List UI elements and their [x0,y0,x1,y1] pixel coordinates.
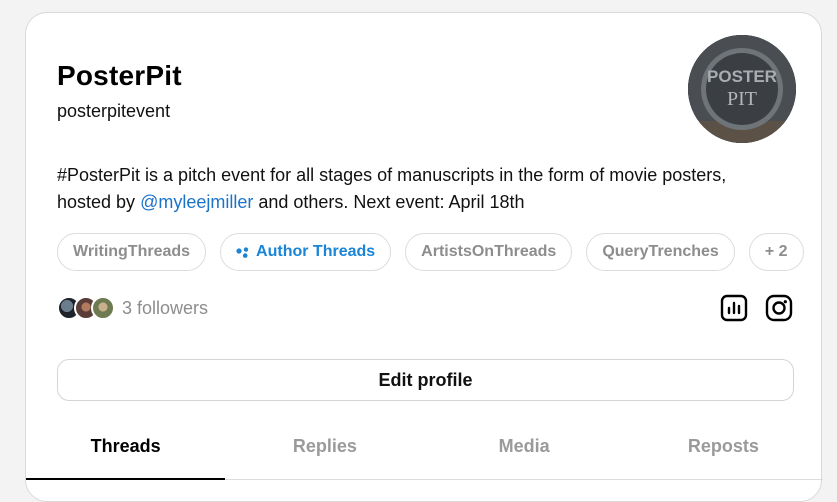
tag-more[interactable]: + 2 [748,233,804,271]
community-icon [236,246,249,258]
tab-replies[interactable]: Replies [225,425,424,479]
tag-writingthreads[interactable]: WritingThreads [57,233,207,271]
bar-chart-icon[interactable] [719,293,749,323]
tag-querytrenches[interactable]: QueryTrenches [586,233,735,271]
avatar[interactable]: POSTER PIT [688,35,796,143]
bio-mention-link[interactable]: @myleejmiller [140,192,253,212]
followers-count: 3 followers [122,297,209,318]
profile-name: PosterPit [57,60,182,91]
tab-reposts[interactable]: Reposts [624,425,823,479]
profile-handle: posterpitevent [57,101,171,121]
profile-bio: #PosterPit is a pitch event for all stag… [57,162,777,216]
profile-card: PosterPit posterpitevent POSTER PIT #Pos… [25,12,823,502]
tab-threads[interactable]: Threads [26,425,226,480]
instagram-icon[interactable] [764,293,794,323]
tag-label: Author Threads [256,243,376,260]
avatar-text-bottom: PIT [727,88,757,110]
bio-text-end: and others. Next event: April 18th [253,192,525,212]
follower-avatar [91,296,115,320]
profile-tabs: Threads Replies Media Reposts [26,425,823,480]
tab-media[interactable]: Media [425,425,624,479]
avatar-image: POSTER PIT [688,35,796,143]
tag-author-threads[interactable]: Author Threads [220,233,392,271]
edit-profile-button[interactable]: Edit profile [57,359,794,401]
tag-list: WritingThreads Author Threads ArtistsOnT… [57,233,804,271]
tag-artistsonthreads[interactable]: ArtistsOnThreads [405,233,573,271]
followers-row[interactable]: 3 followers [57,296,208,320]
avatar-text-top: POSTER [707,67,777,86]
